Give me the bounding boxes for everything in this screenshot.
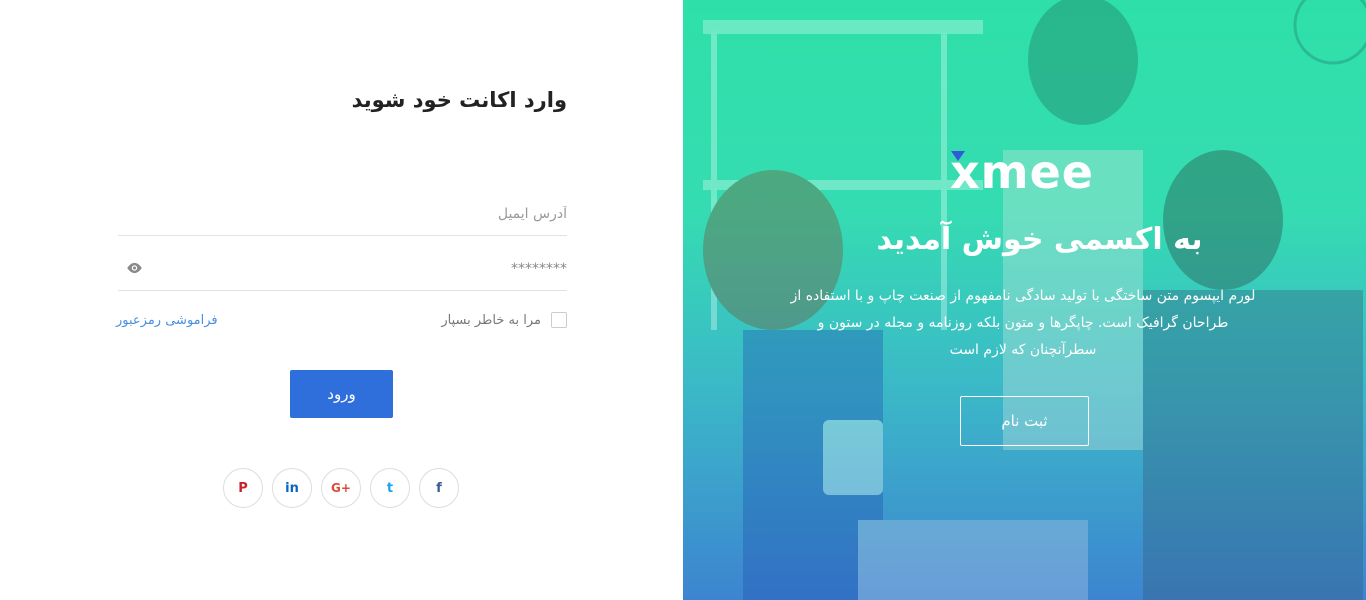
forgot-password-link[interactable]: فراموشی رمزعبور: [116, 313, 218, 328]
facebook-icon[interactable]: f: [419, 468, 459, 508]
eye-icon[interactable]: [126, 262, 143, 274]
linkedin-icon[interactable]: in: [272, 468, 312, 508]
password-field-wrapper: [118, 247, 567, 291]
pinterest-icon[interactable]: P: [223, 468, 263, 508]
welcome-heading: به اکسمی خوش آمدید: [876, 222, 1203, 257]
logo-accent-icon: [951, 151, 965, 161]
social-links: P in G+ t f: [223, 468, 459, 508]
login-panel: وارد اکانت خود شوید مرا به خاطر بسپار فر…: [0, 0, 683, 600]
signup-button[interactable]: ثبت نام: [960, 396, 1089, 446]
email-field-wrapper: [118, 192, 567, 236]
twitter-icon[interactable]: t: [370, 468, 410, 508]
hero-panel: xmee به اکسمی خوش آمدید لورم ایپسوم متن …: [683, 0, 1366, 600]
password-input[interactable]: [118, 247, 567, 290]
remember-label: مرا به خاطر بسپار: [441, 312, 541, 328]
google-plus-icon[interactable]: G+: [321, 468, 361, 508]
remember-me[interactable]: مرا به خاطر بسپار: [441, 312, 567, 328]
login-button[interactable]: ورود: [290, 370, 393, 418]
remember-checkbox[interactable]: [551, 312, 567, 328]
login-title: وارد اکانت خود شوید: [351, 88, 567, 112]
email-input[interactable]: [118, 192, 567, 235]
hero-description: لورم ایپسوم متن ساختگی با تولید سادگی نا…: [790, 288, 1256, 358]
logo: xmee: [950, 145, 1094, 199]
